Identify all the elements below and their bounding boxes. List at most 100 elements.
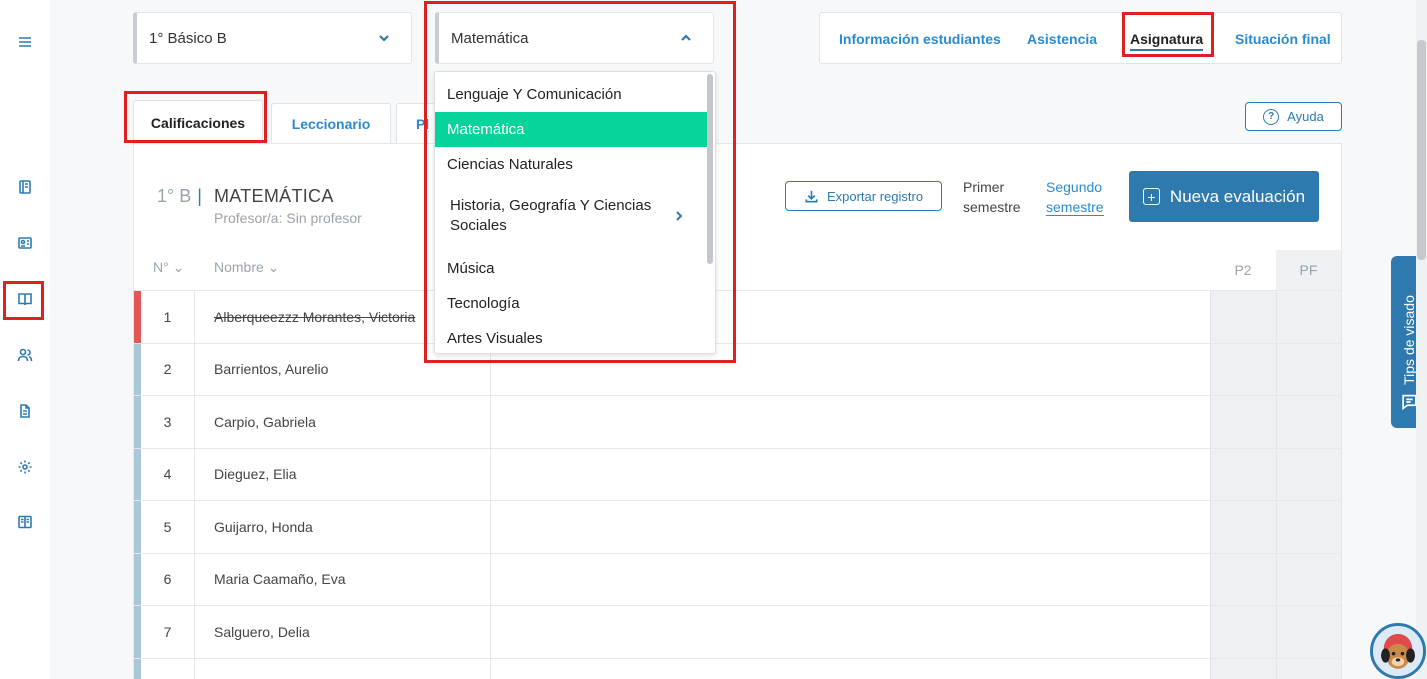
grade-cell-pf [1276,396,1341,448]
grade-value: 1° B [157,186,192,206]
table-row: 1 Alberqueezzz Morantes, Victoria [134,290,1341,343]
subject-option-submenu[interactable]: Historia, Geografía Y Ciencias Sociales [435,190,709,242]
book-reader-icon[interactable] [15,512,35,532]
table-row: 3 Carpio, Gabriela [134,395,1341,448]
table-row: 8 Solo, Iban [134,657,1341,679]
grade-cell-pf [1276,606,1341,658]
first-semester-line1: Primer [963,179,1005,195]
student-name[interactable]: Guijarro, Honda [214,501,313,553]
row-number: 5 [141,501,195,553]
col-name-label: Nombre [214,259,264,275]
user-avatar[interactable] [1370,623,1426,679]
subject-option[interactable]: Música [435,251,709,286]
withdrawn-indicator [134,291,141,343]
row-number: 2 [141,343,195,395]
notebook-icon[interactable] [15,177,35,197]
student-name[interactable]: Carpio, Gabriela [214,396,316,448]
tab-grades[interactable]: Calificaciones [133,100,263,144]
student-name[interactable]: Maria Caamaño, Eva [214,554,346,606]
new-evaluation-label: Nueva evaluación [1169,186,1306,206]
grade-cell-p2[interactable] [1210,553,1276,605]
subject-option-label: Historia, Geografía Y Ciencias Sociales [450,197,652,234]
grade-cell-pf [1276,501,1341,553]
col-p2-header: P2 [1234,262,1252,278]
tab-lesson-book[interactable]: Leccionario [271,103,391,143]
grade-cell-p2[interactable] [1210,343,1276,395]
grade-cell-p2[interactable] [1210,291,1276,343]
question-icon: ? [1263,108,1280,125]
grade-cell-pf [1276,291,1341,343]
table-row: 5 Guijarro, Honda [134,500,1341,553]
row-number: 8 [141,658,195,679]
grade-cell-pf [1276,343,1341,395]
tab-subject[interactable]: Asignatura [1130,31,1204,51]
tab-student-info[interactable]: Información estudiantes [839,31,1001,47]
subject-option-selected[interactable]: Matemática [435,112,709,147]
subject-option[interactable]: Artes Visuales [435,321,709,353]
grade-cell-p2[interactable] [1210,396,1276,448]
page-scrollbar[interactable] [1416,0,1427,679]
col-name-header[interactable]: Nombre ⌄ [214,259,279,276]
grade-cell-p2[interactable] [1210,606,1276,658]
second-semester-line2: semestre [1046,199,1104,216]
menu-icon[interactable] [15,32,35,52]
student-name[interactable]: Barrientos, Aurelio [214,344,328,396]
grade-cell-p2[interactable] [1210,658,1276,679]
chevron-right-icon [673,209,687,223]
row-number: 4 [141,448,195,500]
tab-attendance[interactable]: Asistencia [1027,31,1097,47]
course-select[interactable]: 1° Básico B [133,12,412,64]
table-row: 6 Maria Caamaño, Eva [134,552,1341,606]
table-row: 2 Barrientos, Aurelio [134,342,1341,396]
grade-label: 1° B | [157,186,208,207]
help-label: Ayuda [1287,109,1324,124]
row-number: 6 [141,553,195,605]
grade-cell-p2[interactable] [1210,448,1276,500]
grade-cell-pf [1276,448,1341,500]
document-icon[interactable] [15,401,35,421]
book-open-icon[interactable] [15,289,35,309]
col-number-label: N° [153,259,169,275]
dropdown-scrollbar[interactable] [707,74,713,264]
subject-option[interactable]: Ciencias Naturales [435,147,709,182]
subject-option[interactable]: Lenguaje Y Comunicación [435,77,709,112]
subject-title: MATEMÁTICA [214,186,334,206]
row-number: 1 [141,291,195,343]
course-select-value: 1° Básico B [149,29,227,47]
plus-square-icon: + [1142,188,1160,205]
table-row: 4 Dieguez, Elia [134,447,1341,501]
grade-cell-p2[interactable] [1210,501,1276,553]
chevron-down-icon [377,31,391,45]
grade-cell-pf [1276,658,1341,679]
second-semester-toggle[interactable]: Segundo semestre [1046,177,1104,217]
subject-option[interactable]: Tecnología [435,286,709,321]
section-tabs: Información estudiantes Asistencia Asign… [819,12,1342,64]
tab-final-status[interactable]: Situación final [1235,31,1331,47]
users-icon[interactable] [15,345,35,365]
row-number: 3 [141,396,195,448]
student-name[interactable]: Solo, Iban [214,659,277,679]
export-label: Exportar registro [826,188,924,204]
download-icon [805,190,818,202]
tips-label: Tips de visado [1401,295,1417,385]
subject-select[interactable]: Matemática [435,12,714,64]
chevron-down-icon: ⌄ [172,259,185,275]
left-nav-rail [0,0,50,679]
gear-icon[interactable] [15,457,35,477]
student-name[interactable]: Salguero, Delia [214,606,310,658]
second-semester-line1: Segundo [1046,179,1103,195]
id-card-icon[interactable] [15,233,35,253]
export-button[interactable]: Exportar registro [785,181,942,211]
chevron-up-icon [679,31,693,45]
grades-card: 1° B | MATEMÁTICA Profesor/a: Sin profeso… [133,143,1342,679]
col-pf-header: PF [1276,250,1341,290]
first-semester-toggle[interactable]: Primer semestre [963,177,1021,217]
row-number: 7 [141,606,195,658]
subject-dropdown-list: Lenguaje Y Comunicación Matemática Cienc… [434,71,716,354]
new-evaluation-button[interactable]: + Nueva evaluación [1129,171,1319,222]
student-name[interactable]: Alberqueezzz Morantes, Victoria [214,291,415,343]
student-name[interactable]: Dieguez, Elia [214,449,297,501]
help-button[interactable]: ? Ayuda [1245,102,1342,131]
page-scrollbar-thumb[interactable] [1417,40,1426,260]
col-number-header[interactable]: N° ⌄ [153,259,184,276]
